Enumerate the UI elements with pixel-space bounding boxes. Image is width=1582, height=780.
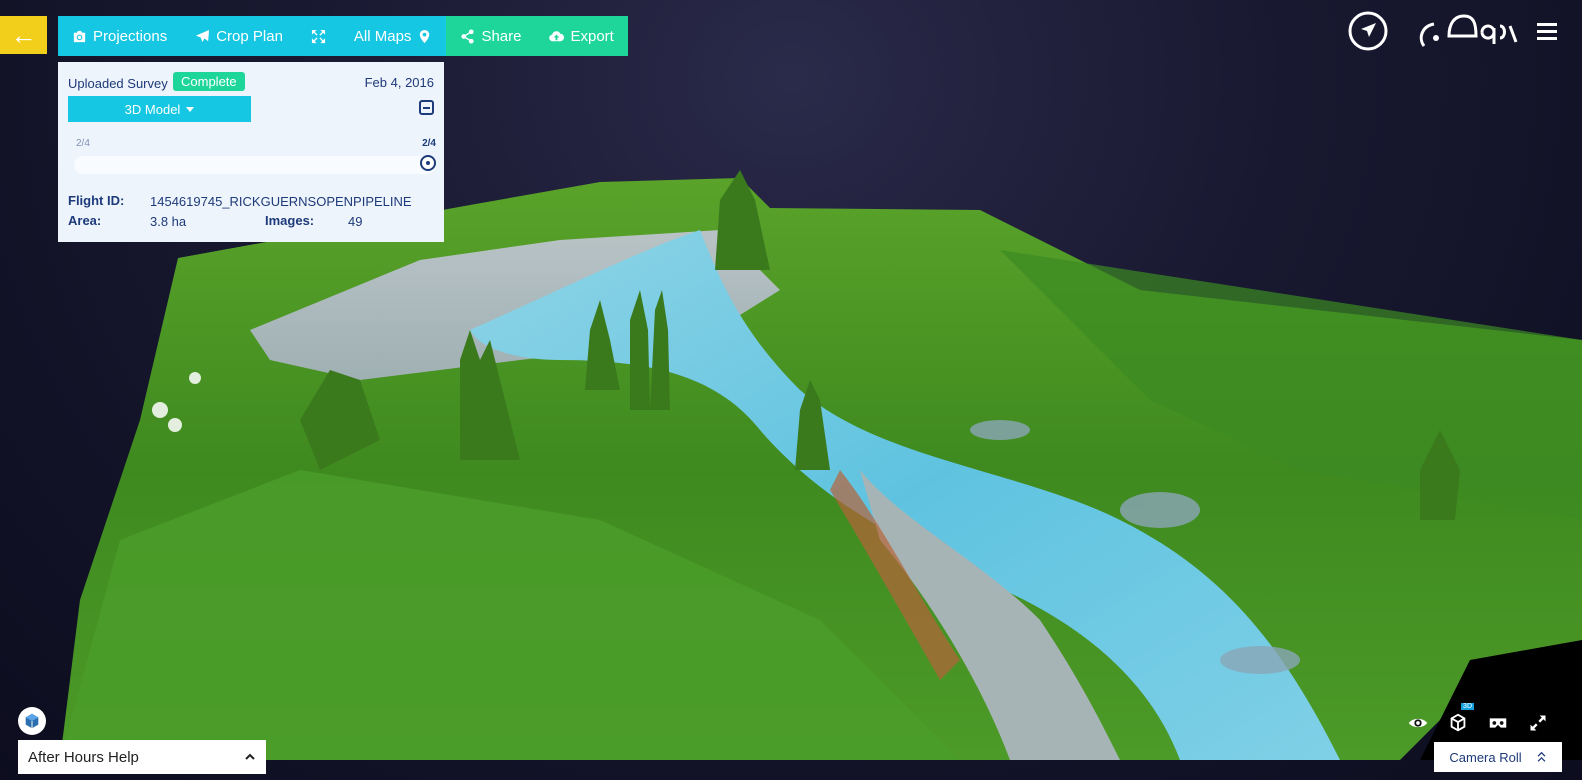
flight-id-value: 1454619745_RICKGUERNSOPENPIPELINE [150, 194, 412, 209]
camera-icon [73, 30, 86, 42]
projections-label: Projections [93, 27, 168, 45]
cloud-upload-icon [549, 30, 565, 41]
camera-roll-button[interactable]: Camera Roll [1434, 742, 1562, 772]
crop-plan-button[interactable]: Crop Plan [181, 16, 297, 56]
after-hours-help-bar[interactable]: After Hours Help [18, 740, 266, 774]
slider-handle[interactable] [420, 155, 436, 171]
images-label: Images: [265, 213, 315, 228]
slider-max-label: 2/4 [422, 138, 436, 149]
dronedeploy-logo-icon [1419, 14, 1518, 47]
collapse-panel-button[interactable] [419, 100, 434, 115]
share-label: Share [481, 27, 522, 45]
compass-navigation-icon [1348, 11, 1388, 51]
3d-mode-button[interactable]: 3D [1444, 703, 1474, 737]
map-pin-icon [420, 29, 430, 43]
arrow-left-icon: ← [10, 19, 37, 50]
images-value: 49 [348, 214, 363, 229]
projections-button[interactable]: Projections [58, 16, 182, 56]
status-badge: Complete [173, 72, 245, 91]
hamburger-menu-icon [1537, 23, 1557, 40]
survey-date: Feb 4, 2016 [364, 75, 434, 90]
3d-cube-icon [1450, 713, 1466, 732]
survey-title: Uploaded Survey [68, 76, 168, 91]
survey-info-panel: Uploaded Survey Complete Feb 4, 2016 3D … [58, 62, 444, 242]
chevron-up-icon [245, 753, 255, 760]
back-button[interactable]: ← [0, 16, 47, 54]
caret-down-icon [186, 106, 195, 112]
view-mode-dropdown[interactable]: 3D Model [68, 96, 251, 122]
navigate-button[interactable] [1347, 10, 1389, 52]
vr-headset-icon [1489, 718, 1507, 728]
double-chevron-up-icon [1537, 751, 1546, 762]
flight-id-label: Flight ID: [68, 193, 125, 208]
fullscreen-button[interactable] [296, 16, 340, 56]
cube-icon [25, 713, 39, 729]
slider-min-label: 2/4 [76, 138, 90, 149]
plane-icon [196, 29, 210, 42]
3d-badge: 3D [1461, 703, 1474, 710]
area-label: Area: [68, 213, 102, 228]
share-icon [461, 28, 475, 44]
visibility-button[interactable] [1404, 709, 1432, 737]
after-hours-help-label: After Hours Help [28, 748, 139, 766]
fullscreen-icon [311, 29, 325, 43]
area-value: 3.8 ha [150, 214, 187, 229]
view-cube-button[interactable] [18, 707, 46, 735]
expand-icon [1530, 715, 1546, 731]
expand-view-button[interactable] [1524, 709, 1552, 737]
export-label: Export [570, 27, 614, 45]
crop-plan-label: Crop Plan [216, 27, 283, 45]
view-mode-label: 3D Model [124, 101, 181, 117]
survey-slider[interactable] [74, 155, 436, 174]
export-button[interactable]: Export [535, 16, 628, 56]
logo [1414, 10, 1534, 50]
share-button[interactable]: Share [446, 16, 536, 56]
top-toolbar: Projections Crop Plan All Maps Share Exp… [58, 16, 628, 56]
vr-mode-button[interactable] [1484, 709, 1512, 737]
all-maps-button[interactable]: All Maps [339, 16, 447, 56]
menu-button[interactable] [1536, 20, 1558, 42]
eye-icon [1408, 718, 1428, 728]
all-maps-label: All Maps [353, 27, 412, 45]
camera-roll-label: Camera Roll [1449, 749, 1522, 765]
